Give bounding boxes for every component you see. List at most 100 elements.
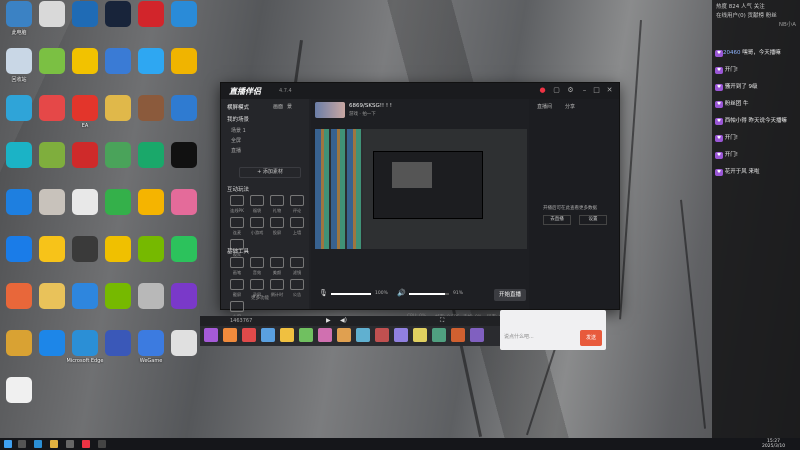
tool-icon[interactable] bbox=[250, 257, 264, 268]
scene-item[interactable]: 场景 1 bbox=[231, 127, 246, 134]
tab-canvas[interactable]: 画面 bbox=[273, 103, 283, 110]
scene-item[interactable]: 全屏 bbox=[231, 137, 241, 144]
tool-icon[interactable] bbox=[270, 217, 284, 228]
gift-icon[interactable] bbox=[204, 328, 218, 342]
search-icon[interactable] bbox=[18, 440, 26, 448]
gift-icon[interactable] bbox=[470, 328, 484, 342]
app-glyph-icon bbox=[39, 283, 65, 309]
minimize-icon[interactable]: – bbox=[581, 87, 588, 94]
tool-icon[interactable] bbox=[250, 195, 264, 206]
scene-item[interactable]: 直播 bbox=[231, 147, 241, 154]
tool-icon[interactable] bbox=[290, 279, 304, 290]
explorer-taskbar-icon[interactable] bbox=[50, 440, 58, 448]
fan-badge-icon: ♥ bbox=[715, 67, 724, 74]
tool-icon[interactable] bbox=[250, 217, 264, 228]
app-glyph-icon bbox=[171, 1, 197, 27]
desktop-app-icon[interactable] bbox=[165, 47, 203, 91]
tool-icon[interactable] bbox=[290, 195, 304, 206]
start-icon[interactable] bbox=[4, 440, 12, 448]
desktop-app-icon[interactable] bbox=[165, 282, 203, 326]
app-glyph-icon bbox=[72, 236, 98, 262]
right-settings-button[interactable]: 设置 bbox=[579, 215, 607, 225]
maximize-icon[interactable]: □ bbox=[593, 87, 600, 94]
desktop-app-icon[interactable] bbox=[165, 329, 203, 373]
mode-selector[interactable]: 横屏模式 bbox=[227, 103, 249, 111]
douyin-taskbar-icon[interactable] bbox=[82, 440, 90, 448]
more-features-link[interactable]: 更多功能 bbox=[251, 295, 269, 301]
gift-icon[interactable] bbox=[223, 328, 237, 342]
app-glyph-icon bbox=[72, 330, 98, 356]
chat-message: ♥ 20460 嘿哥，今天播嘛 bbox=[712, 50, 800, 57]
desktop-icon-grid: 此电脑 回收站 EA Microsoft Edge WeGame bbox=[0, 0, 200, 420]
panel-subtabs[interactable]: 在线用户(0) 贡献榜 粉丝 bbox=[716, 12, 796, 21]
gift-icon[interactable] bbox=[337, 328, 351, 342]
gift-icon[interactable] bbox=[432, 328, 446, 342]
gift-icon[interactable] bbox=[375, 328, 389, 342]
app-glyph-icon bbox=[72, 283, 98, 309]
gift-icon[interactable] bbox=[299, 328, 313, 342]
add-source-button[interactable]: + 添加素材 bbox=[239, 167, 301, 178]
notification-icon[interactable]: ● bbox=[539, 87, 546, 94]
app-glyph-icon bbox=[171, 189, 197, 215]
mic-slider[interactable] bbox=[331, 293, 371, 295]
tab-scene[interactable]: 景 bbox=[287, 103, 292, 110]
app-glyph-icon bbox=[6, 189, 32, 215]
gift-icon[interactable] bbox=[261, 328, 275, 342]
edge-taskbar-icon[interactable] bbox=[34, 440, 42, 448]
app-glyph-icon bbox=[171, 48, 197, 74]
room-avatar[interactable] bbox=[315, 102, 345, 118]
settings-icon[interactable]: ⚙ bbox=[567, 87, 574, 94]
window-titlebar[interactable]: 直播伴侣 4.7.4 ● ▢ ⚙ – □ ✕ bbox=[221, 83, 619, 99]
tool-icon[interactable] bbox=[230, 301, 244, 312]
play-icon[interactable]: ▶ bbox=[326, 317, 331, 324]
preview-area: 6869/SKSG!! ! ! 游戏 · 拍一下 🎙 100% 🔊 91% 开始… bbox=[311, 99, 529, 320]
chat-input[interactable]: 说点什么吧... bbox=[504, 330, 574, 344]
tool-icon[interactable] bbox=[250, 279, 264, 290]
app-glyph-icon bbox=[39, 48, 65, 74]
desktop-app-icon[interactable] bbox=[165, 141, 203, 185]
chat-icon[interactable]: ▢ bbox=[553, 87, 560, 94]
gift-icon[interactable] bbox=[318, 328, 332, 342]
tool-icon[interactable] bbox=[230, 257, 244, 268]
app-glyph-icon bbox=[6, 283, 32, 309]
taskbar-app-icon[interactable] bbox=[66, 440, 74, 448]
microphone-icon[interactable]: 🎙 bbox=[319, 289, 328, 297]
gift-icon[interactable] bbox=[242, 328, 256, 342]
volume-icon[interactable]: ◀) bbox=[340, 317, 347, 324]
desktop-app-icon[interactable] bbox=[0, 376, 38, 420]
speaker-slider[interactable] bbox=[409, 293, 449, 295]
gift-icon[interactable] bbox=[356, 328, 370, 342]
gift-icon[interactable] bbox=[280, 328, 294, 342]
desktop-app-icon[interactable] bbox=[165, 235, 203, 279]
desktop-app-icon[interactable] bbox=[165, 188, 203, 232]
tool-icon[interactable] bbox=[230, 217, 244, 228]
chat-message: ♥ 开门! bbox=[712, 152, 800, 159]
stream-preview[interactable] bbox=[315, 129, 527, 249]
app-glyph-icon bbox=[105, 1, 131, 27]
chat-username[interactable]: 20460 bbox=[723, 50, 741, 56]
tool-icon[interactable] bbox=[270, 279, 284, 290]
tool-icon[interactable] bbox=[270, 257, 284, 268]
taskbar-app-icon[interactable] bbox=[98, 440, 106, 448]
tool-icon[interactable] bbox=[270, 195, 284, 206]
clock[interactable]: 15:27 2025/3/10 bbox=[762, 439, 785, 449]
gift-icon[interactable] bbox=[451, 328, 465, 342]
gift-icon[interactable] bbox=[394, 328, 408, 342]
desktop-app-icon[interactable] bbox=[165, 0, 203, 44]
go-live-button[interactable]: 开始直播 bbox=[494, 289, 526, 301]
tab-share[interactable]: 分享 bbox=[565, 103, 575, 110]
send-button[interactable]: 发送 bbox=[580, 330, 602, 346]
close-icon[interactable]: ✕ bbox=[606, 87, 613, 94]
tool-icon[interactable] bbox=[230, 279, 244, 290]
right-go-button[interactable]: 去直播 bbox=[543, 215, 571, 225]
live-room-info: 1463767 bbox=[230, 318, 253, 324]
tool-icon[interactable] bbox=[290, 257, 304, 268]
scenes-header: 我的场景 bbox=[227, 117, 250, 123]
tool-icon[interactable] bbox=[230, 195, 244, 206]
speaker-icon[interactable]: 🔊 bbox=[397, 289, 406, 297]
desktop-app-icon[interactable] bbox=[165, 94, 203, 138]
gift-icon[interactable] bbox=[413, 328, 427, 342]
fullscreen-icon[interactable]: ⛶ bbox=[440, 317, 444, 325]
tool-icon[interactable] bbox=[290, 217, 304, 228]
tab-room[interactable]: 直播间 bbox=[537, 103, 552, 110]
